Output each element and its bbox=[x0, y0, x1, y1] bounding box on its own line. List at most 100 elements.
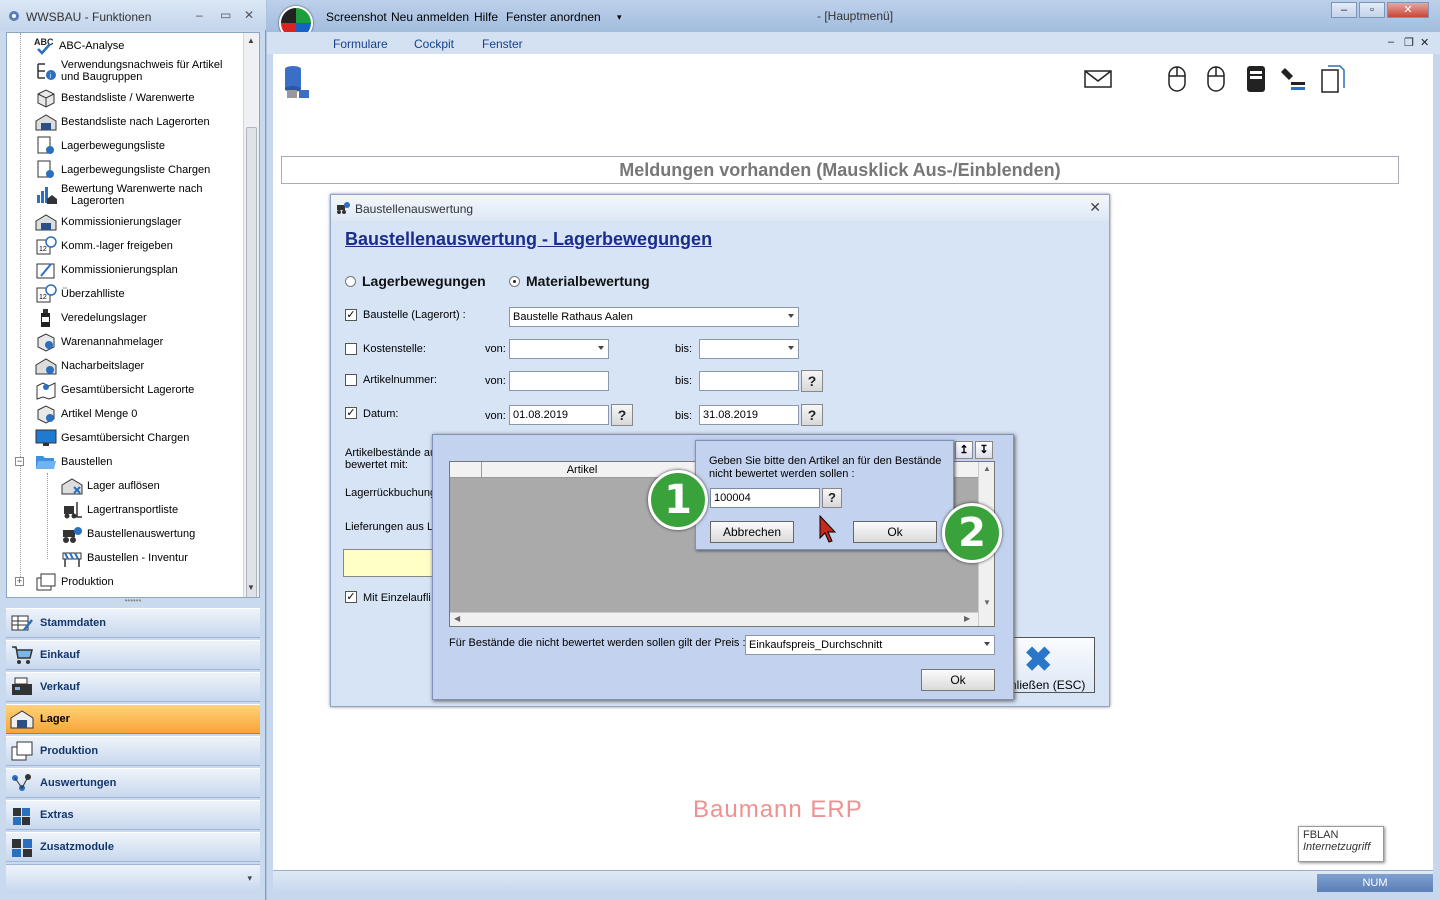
tree-scrollbar[interactable]: ▲ ▼ bbox=[243, 33, 259, 597]
minimize-button[interactable]: – bbox=[1331, 2, 1357, 18]
tree-item-warenannahmelager[interactable]: Warenannahmelager bbox=[35, 331, 163, 353]
grid-horizontal-scrollbar[interactable]: ◀ ▶ bbox=[450, 612, 978, 626]
nav-extras[interactable]: Extras bbox=[6, 800, 260, 830]
kostenstelle-bis-select[interactable] bbox=[699, 339, 799, 359]
dropdown-arrow-icon[interactable] bbox=[788, 314, 794, 318]
nav-footer[interactable]: ▾ bbox=[6, 864, 260, 892]
tree-item-bestandsliste-warenwerte[interactable]: Bestandsliste / Warenwerte bbox=[35, 87, 194, 109]
tree-item-bestandsliste-lagerorte[interactable]: Bestandsliste nach Lagerorten bbox=[35, 111, 210, 133]
tree-item-veredelungslager[interactable]: Veredelungslager bbox=[35, 307, 147, 329]
tree-item-artikel-menge-0[interactable]: Artikel Menge 0 bbox=[35, 403, 137, 425]
artikelnummer-checkbox[interactable] bbox=[345, 374, 357, 386]
dialog-close-button[interactable]: ✖ hließen (ESC) bbox=[1009, 637, 1095, 693]
prompt-ok-button[interactable]: Ok bbox=[853, 521, 937, 543]
nav-produktion[interactable]: Produktion bbox=[6, 736, 260, 766]
mdi-restore-button[interactable]: ❐ bbox=[1404, 36, 1414, 49]
tree-item-ueberzahlliste[interactable]: 12 Überzahlliste bbox=[35, 283, 125, 305]
datum-checkbox[interactable]: ✓ bbox=[345, 407, 357, 419]
datum-bis-picker-button[interactable]: ? bbox=[801, 404, 823, 426]
tree-item-abc-analyse[interactable]: ABC ABC-Analyse bbox=[33, 35, 124, 57]
tree-item-kommissionierungslager[interactable]: Kommissionierungslager bbox=[35, 211, 181, 233]
collapse-baustellen[interactable]: − bbox=[15, 457, 24, 466]
tree-item-lagerbewegungsliste-chargen[interactable]: Lagerbewegungsliste Chargen bbox=[35, 159, 210, 181]
tree-item-lagertransportliste[interactable]: Lagertransportliste bbox=[61, 499, 178, 521]
scroll-thumb[interactable] bbox=[246, 127, 257, 597]
tree-item-lager-aufloesen[interactable]: Lager auflösen bbox=[61, 475, 160, 497]
tree-item-baustellen[interactable]: Baustellen bbox=[35, 451, 112, 473]
tree-item-produktion[interactable]: Produktion bbox=[35, 571, 114, 593]
radio-circle[interactable] bbox=[345, 275, 356, 287]
tools-icon[interactable] bbox=[1279, 64, 1309, 94]
tree-item-verwendungsnachweis[interactable]: i Verwendungsnachweis für Artikel und Bau… bbox=[35, 57, 222, 85]
nav-stammdaten[interactable]: Stammdaten bbox=[6, 608, 260, 638]
radio-circle-selected[interactable] bbox=[509, 275, 520, 287]
mdi-minimize-button[interactable]: – bbox=[1388, 36, 1394, 48]
scroll-left-arrow-icon[interactable]: ◀ bbox=[454, 614, 460, 623]
chevron-down-icon[interactable]: ▾ bbox=[247, 873, 252, 884]
messages-bar[interactable]: Meldungen vorhanden (Mausklick Aus-/Einb… bbox=[281, 156, 1399, 184]
datum-bis-input[interactable]: 31.08.2019 bbox=[699, 405, 799, 425]
tree-item-komm-lager-freigeben[interactable]: 12 Komm.-lager freigeben bbox=[35, 235, 173, 257]
abbrechen-button[interactable]: Abbrechen bbox=[710, 521, 794, 543]
tab-cockpit[interactable]: Cockpit bbox=[414, 37, 454, 51]
tree-item-baustellenauswertung[interactable]: Baustellenauswertung bbox=[61, 523, 195, 545]
nav-zusatzmodule[interactable]: Zusatzmodule bbox=[6, 832, 260, 862]
mouse-right-icon[interactable] bbox=[1202, 64, 1232, 94]
scroll-up-arrow-icon[interactable]: ▲ bbox=[247, 36, 255, 45]
baustelle-checkbox[interactable]: ✓ bbox=[345, 309, 357, 321]
sort-up-icon[interactable]: ↥ bbox=[955, 441, 973, 459]
scroll-right-arrow-icon[interactable]: ▶ bbox=[964, 614, 970, 623]
nav-lager[interactable]: Lager bbox=[6, 704, 260, 734]
tree-item-gesamtuebersicht-chargen[interactable]: Gesamtübersicht Chargen bbox=[35, 427, 189, 449]
datum-von-picker-button[interactable]: ? bbox=[611, 404, 633, 426]
tree-item-lagerbewegungsliste[interactable]: Lagerbewegungsliste bbox=[35, 135, 165, 157]
nav-verkauf[interactable]: Verkauf bbox=[6, 672, 260, 702]
artikelnummer-von-input[interactable] bbox=[509, 371, 609, 391]
qa-neu-anmelden[interactable]: Neu anmelden bbox=[391, 10, 469, 24]
dialog-close-icon[interactable]: ✕ bbox=[1089, 199, 1101, 216]
database-icon[interactable] bbox=[283, 64, 313, 100]
artikel-input[interactable]: 100004 bbox=[710, 488, 820, 508]
radio-lagerbewegungen[interactable]: Lagerbewegungen bbox=[345, 273, 486, 289]
scroll-down-arrow-icon[interactable]: ▼ bbox=[983, 598, 991, 607]
dropdown-arrow-icon[interactable] bbox=[984, 642, 990, 646]
tab-fenster[interactable]: Fenster bbox=[482, 37, 523, 51]
tab-formulare[interactable]: Formulare bbox=[333, 37, 388, 51]
nav-einkauf[interactable]: Einkauf bbox=[6, 640, 260, 670]
artikelnummer-bis-input[interactable] bbox=[699, 371, 799, 391]
artikel-lookup-button[interactable]: ? bbox=[822, 488, 842, 508]
mouse-icon[interactable] bbox=[1163, 64, 1193, 94]
close-button[interactable]: ✕ bbox=[244, 8, 254, 22]
baustelle-select[interactable]: Baustelle Rathaus Aalen bbox=[509, 307, 799, 327]
mdi-close-button[interactable]: ✕ bbox=[1420, 36, 1429, 49]
artikel-search-button[interactable]: ? bbox=[801, 370, 823, 392]
tree-item-bewertung-warenwerte[interactable]: Bewertung Warenwerte nach Lagerorten bbox=[35, 181, 202, 209]
maximize-button[interactable]: ▫ bbox=[1359, 2, 1385, 18]
notes-icon[interactable] bbox=[1241, 64, 1271, 94]
datum-von-input[interactable]: 01.08.2019 bbox=[509, 405, 609, 425]
tree-item-gesamtuebersicht-lagerorte[interactable]: Gesamtübersicht Lagerorte bbox=[35, 379, 194, 401]
einzelaufl-checkbox[interactable]: ✓ bbox=[345, 591, 357, 603]
dropdown-arrow-icon[interactable] bbox=[788, 346, 794, 350]
maximize-button[interactable]: ▭ bbox=[220, 8, 231, 22]
mail-icon[interactable] bbox=[1083, 64, 1113, 94]
qa-fenster-anordnen[interactable]: Fenster anordnen bbox=[506, 10, 601, 24]
qa-hilfe[interactable]: Hilfe bbox=[474, 10, 498, 24]
preis-select[interactable]: Einkaufspreis_Durchschnitt bbox=[745, 635, 995, 655]
panel-splitter[interactable]: •••••• bbox=[6, 597, 260, 606]
expand-produktion[interactable]: + bbox=[15, 577, 24, 586]
radio-materialbewertung[interactable]: Materialbewertung bbox=[509, 273, 650, 289]
scroll-up-arrow-icon[interactable]: ▲ bbox=[983, 464, 991, 473]
sort-down-icon[interactable]: ↧ bbox=[975, 441, 993, 459]
qa-screenshot[interactable]: Screenshot bbox=[326, 10, 387, 24]
tree-item-baustellen-inventur[interactable]: Baustellen - Inventur bbox=[61, 547, 188, 569]
minimize-button[interactable]: – bbox=[196, 8, 203, 22]
nav-auswertungen[interactable]: Auswertungen bbox=[6, 768, 260, 798]
scroll-down-arrow-icon[interactable]: ▼ bbox=[247, 583, 255, 592]
kostenstelle-von-select[interactable] bbox=[509, 339, 609, 359]
documents-icon[interactable] bbox=[1318, 64, 1348, 94]
qa-customize-icon[interactable]: ▾ bbox=[617, 12, 622, 23]
tree-item-kommissionierungsplan[interactable]: Kommissionierungsplan bbox=[35, 259, 178, 281]
tree-item-nacharbeitslager[interactable]: Nacharbeitslager bbox=[35, 355, 144, 377]
subdialog-ok-button[interactable]: Ok bbox=[921, 669, 995, 691]
